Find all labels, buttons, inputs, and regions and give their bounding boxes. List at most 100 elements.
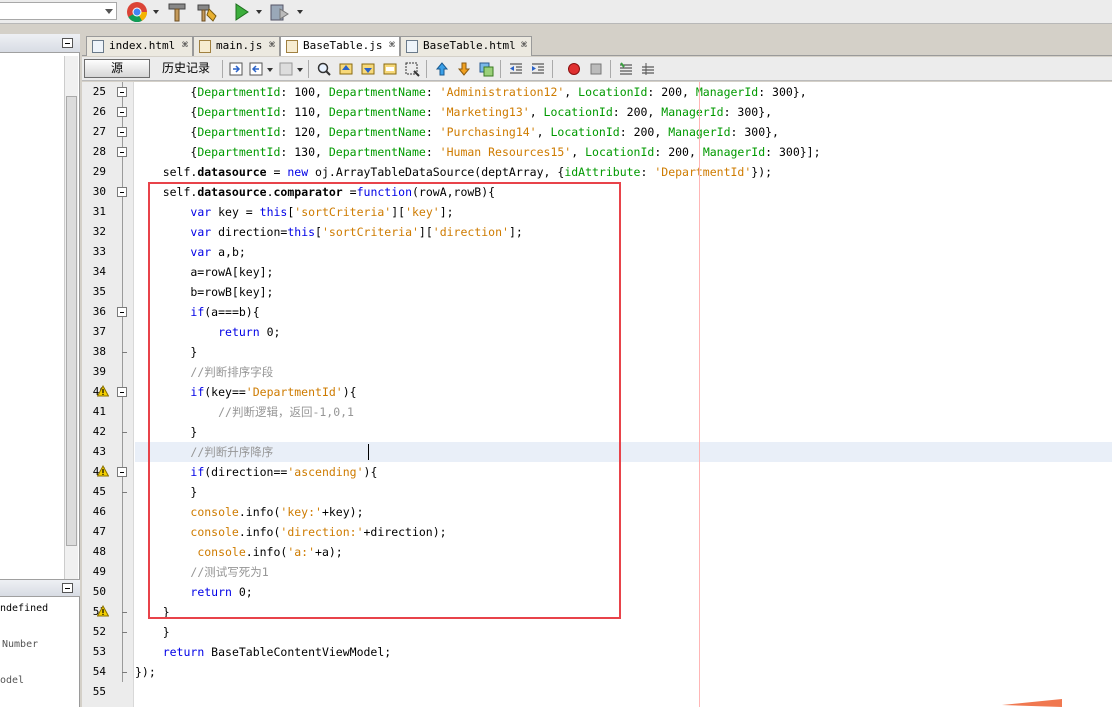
code-line[interactable]: //判断逻辑，返回-1,0,1 — [135, 402, 1112, 422]
code-line[interactable]: } — [135, 342, 1112, 362]
code-line[interactable]: } — [135, 422, 1112, 442]
code-line[interactable]: } — [135, 622, 1112, 642]
line-number: 52 — [92, 625, 106, 638]
find-selection-icon[interactable] — [382, 61, 398, 77]
close-icon[interactable]: ⌘ — [182, 37, 188, 55]
code-line[interactable]: if(direction=='ascending'){ — [135, 462, 1112, 482]
hammer-icon[interactable] — [166, 1, 188, 23]
close-icon[interactable]: ⌘ — [389, 37, 395, 55]
code-line[interactable]: {DepartmentId: 100, DepartmentName: 'Adm… — [135, 82, 1112, 102]
start-pattern-icon[interactable] — [618, 61, 634, 77]
gutter-row: 36 — [82, 302, 134, 322]
fold-end-marker — [122, 432, 127, 433]
close-icon[interactable]: ⌘ — [269, 37, 275, 55]
code-editor[interactable]: 25 26 27 28 29 30 31 32 33 34 35 36 37 38 39 40 41 42 43 44… — [82, 82, 1112, 707]
chevron-down-icon[interactable] — [153, 10, 159, 14]
highlight-search-icon[interactable] — [404, 61, 420, 77]
shift-right-icon[interactable] — [530, 61, 546, 77]
navigator-item[interactable]: Number — [2, 639, 38, 650]
code-line[interactable]: {DepartmentId: 110, DepartmentName: 'Mar… — [135, 102, 1112, 122]
code-line[interactable]: self.datasource = new oj.ArrayTableDataS… — [135, 162, 1112, 182]
fold-toggle-icon[interactable] — [117, 147, 127, 157]
find-icon[interactable] — [316, 61, 332, 77]
toggle-bookmark-icon[interactable] — [478, 61, 494, 77]
tab-basetable-js[interactable]: BaseTable.js ⌘ — [280, 36, 400, 56]
scrollbar-thumb[interactable] — [66, 96, 77, 546]
code-line[interactable]: {DepartmentId: 120, DepartmentName: 'Pur… — [135, 122, 1112, 142]
code-line[interactable]: //判断排序字段 — [135, 362, 1112, 382]
vertical-scrollbar[interactable] — [64, 56, 78, 592]
fold-toggle-icon[interactable] — [117, 307, 127, 317]
shift-left-icon[interactable] — [508, 61, 524, 77]
history-button[interactable]: 历史记录 — [156, 59, 216, 78]
navigator-item[interactable]: ndefined — [0, 603, 48, 614]
last-edit-icon[interactable] — [228, 61, 244, 77]
back-icon[interactable] — [248, 61, 264, 77]
warning-icon[interactable] — [97, 605, 109, 617]
gutter-row: 51 — [82, 602, 134, 622]
code-line[interactable]: return 0; — [135, 322, 1112, 342]
warning-icon[interactable] — [97, 385, 109, 397]
close-icon[interactable]: ⌘ — [521, 37, 527, 55]
code-line[interactable]: //判断升序降序 — [135, 442, 1112, 462]
comment-icon[interactable] — [640, 61, 656, 77]
line-number: 33 — [92, 245, 106, 258]
code-area[interactable]: {DepartmentId: 100, DepartmentName: 'Adm… — [135, 82, 1112, 707]
fold-toggle-icon[interactable] — [117, 127, 127, 137]
code-line[interactable]: }); — [135, 662, 1112, 682]
code-line[interactable]: console.info('key:'+key); — [135, 502, 1112, 522]
run-icon[interactable] — [230, 1, 252, 23]
html-file-icon — [92, 40, 104, 53]
tab-index-html[interactable]: index.html ⌘ — [86, 36, 193, 56]
code-line[interactable]: console.info('direction:'+direction); — [135, 522, 1112, 542]
clean-build-icon[interactable] — [196, 1, 218, 23]
fold-toggle-icon[interactable] — [117, 187, 127, 197]
source-button[interactable]: 源 — [84, 59, 150, 78]
tab-main-js[interactable]: main.js ⌘ — [193, 36, 280, 56]
find-previous-icon[interactable] — [338, 61, 354, 77]
code-line[interactable]: return BaseTableContentViewModel; — [135, 642, 1112, 662]
code-line[interactable]: {DepartmentId: 130, DepartmentName: 'Hum… — [135, 142, 1112, 162]
tab-label: BaseTable.html — [423, 39, 516, 52]
code-line[interactable]: return 0; — [135, 582, 1112, 602]
navigator-item[interactable]: odel — [0, 675, 24, 686]
minimize-icon[interactable] — [62, 583, 73, 593]
toolbar-separator — [552, 60, 553, 78]
code-line[interactable]: var direction=this['sortCriteria']['dire… — [135, 222, 1112, 242]
gutter-row: 44 — [82, 462, 134, 482]
chevron-down-icon[interactable] — [297, 68, 303, 72]
configuration-select[interactable] — [0, 2, 117, 20]
previous-bookmark-icon[interactable] — [434, 61, 450, 77]
code-line[interactable]: self.datasource.comparator =function(row… — [135, 182, 1112, 202]
record-macro-icon[interactable] — [566, 61, 582, 77]
code-line[interactable]: console.info('a:'+a); — [135, 542, 1112, 562]
fold-toggle-icon[interactable] — [117, 107, 127, 117]
chevron-down-icon[interactable] — [267, 68, 273, 72]
fold-toggle-icon[interactable] — [117, 87, 127, 97]
debug-icon[interactable] — [268, 1, 290, 23]
code-line[interactable] — [135, 682, 1112, 702]
fold-toggle-icon[interactable] — [117, 467, 127, 477]
editor-toolbar: 源 历史记录 — [82, 57, 1112, 81]
chrome-icon[interactable] — [126, 1, 148, 23]
minimize-icon[interactable] — [62, 38, 73, 48]
code-line[interactable]: if(a===b){ — [135, 302, 1112, 322]
forward-icon[interactable] — [278, 61, 294, 77]
code-line[interactable]: var a,b; — [135, 242, 1112, 262]
next-bookmark-icon[interactable] — [456, 61, 472, 77]
code-line[interactable]: if(key=='DepartmentId'){ — [135, 382, 1112, 402]
code-line[interactable]: } — [135, 602, 1112, 622]
code-line[interactable]: } — [135, 482, 1112, 502]
code-line[interactable]: b=rowB[key]; — [135, 282, 1112, 302]
code-line[interactable]: a=rowA[key]; — [135, 262, 1112, 282]
code-line[interactable]: var key = this['sortCriteria']['key']; — [135, 202, 1112, 222]
warning-icon[interactable] — [97, 465, 109, 477]
tab-basetable-html[interactable]: BaseTable.html ⌘ — [400, 36, 532, 56]
chevron-down-icon[interactable] — [297, 10, 303, 14]
find-next-icon[interactable] — [360, 61, 376, 77]
fold-toggle-icon[interactable] — [117, 387, 127, 397]
code-line[interactable]: //测试写死为1 — [135, 562, 1112, 582]
chevron-down-icon[interactable] — [256, 10, 262, 14]
stop-macro-icon[interactable] — [588, 61, 604, 77]
line-number: 30 — [92, 185, 106, 198]
